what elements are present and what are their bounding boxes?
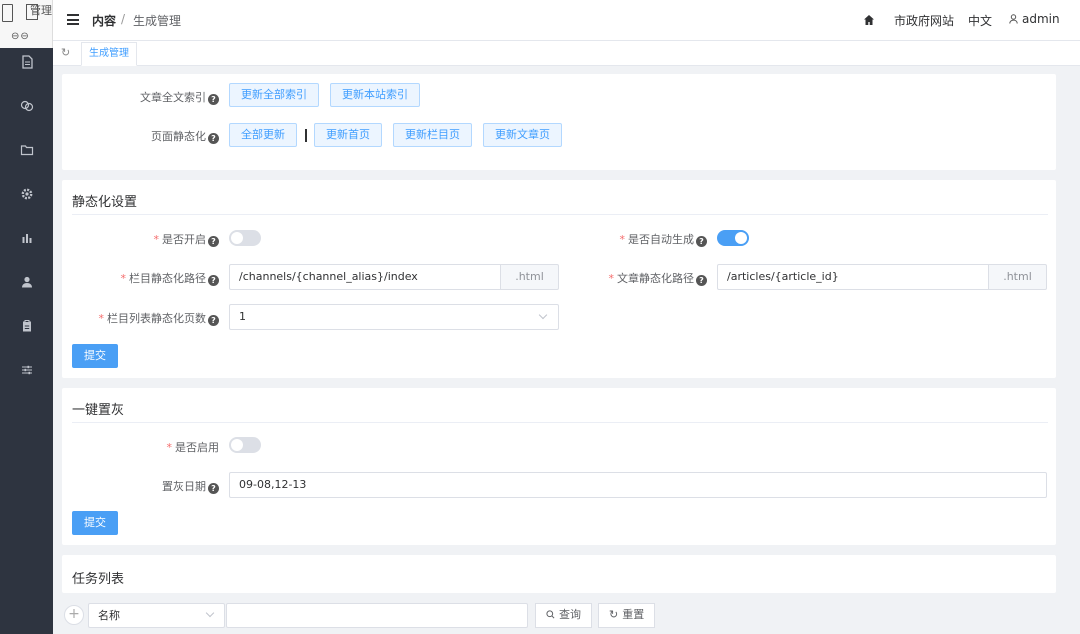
gray-dates-label: 置灰日期? (62, 478, 219, 494)
folder-icon[interactable] (17, 140, 37, 160)
filter-value-input[interactable] (226, 603, 528, 628)
gray-enable-label: * 是否启用 (166, 441, 220, 454)
search-label: 查询 (559, 608, 581, 621)
task-list-card: 任务列表 (62, 555, 1056, 593)
button-separator (305, 129, 307, 142)
divider (72, 422, 1048, 423)
list-pages-select[interactable]: 1 (229, 304, 559, 330)
help-icon[interactable]: ? (208, 94, 219, 105)
list-pages-value: 1 (239, 310, 246, 323)
gray-dates-input[interactable]: 09-08,12-13 (229, 472, 1047, 498)
list-pages-label: * 栏目列表静态化页数? (62, 310, 219, 326)
bar-chart-icon[interactable] (17, 228, 37, 248)
index-card: 文章全文索引? 更新全部索引 更新本站索引 页面静态化? 全部更新 更新首页 更… (62, 74, 1056, 170)
article-path-suffix: .html (989, 264, 1047, 290)
sliders-icon[interactable] (17, 360, 37, 380)
logo-document-icon (2, 4, 13, 22)
task-list-title: 任务列表 (72, 572, 125, 587)
gray-mode-title: 一键置灰 (72, 403, 125, 418)
help-icon[interactable]: ? (208, 133, 219, 144)
help-icon[interactable]: ? (208, 275, 219, 286)
reset-button[interactable]: ↻ 重置 (598, 603, 656, 628)
divider (72, 214, 1048, 215)
update-all-button[interactable]: 全部更新 (229, 123, 297, 147)
article-path-input[interactable]: /articles/{article_id} (717, 264, 989, 290)
sidebar: 管理 ⊖⊖ (0, 0, 53, 634)
auto-generate-label: * 是否自动生成? (522, 231, 707, 247)
update-home-button[interactable]: 更新首页 (314, 123, 382, 147)
user-name: admin (1022, 12, 1060, 26)
update-site-index-button[interactable]: 更新本站索引 (330, 83, 420, 107)
language-switch[interactable]: 中文 (968, 12, 992, 29)
auto-generate-switch[interactable] (717, 230, 749, 246)
enable-static-label: * 是否开启? (62, 231, 219, 247)
gray-submit-button[interactable]: 提交 (72, 511, 118, 535)
update-article-button[interactable]: 更新文章页 (483, 123, 562, 147)
tab-generate[interactable]: 生成管理 (81, 42, 137, 66)
search-icon (546, 610, 555, 619)
help-icon[interactable]: ? (208, 483, 219, 494)
update-all-index-button[interactable]: 更新全部索引 (229, 83, 319, 107)
logo-link-icon: ⊖⊖ (11, 31, 30, 42)
top-header: 内容 / 生成管理 市政府网站 中文 admin (53, 0, 1080, 40)
page-static-label: 页面静态化? (62, 128, 219, 144)
gray-mode-card: 一键置灰 * 是否启用 置灰日期? 09-08,12-13 提交 (62, 388, 1056, 545)
menu-toggle-icon[interactable] (67, 14, 79, 25)
logo-text: 管理 (30, 4, 52, 17)
user-menu[interactable]: admin (1009, 12, 1060, 26)
fulltext-index-label: 文章全文索引? (62, 89, 219, 105)
refresh-icon[interactable]: ↻ (61, 47, 72, 58)
document-icon[interactable] (17, 52, 37, 72)
link-icon[interactable] (17, 96, 37, 116)
home-icon[interactable] (863, 14, 875, 26)
site-link[interactable]: 市政府网站 (894, 12, 954, 29)
breadcrumb-separator: / (121, 12, 126, 26)
gear-icon[interactable] (17, 184, 37, 204)
update-channel-button[interactable]: 更新栏目页 (393, 123, 472, 147)
article-path-label: * 文章静态化路径? (522, 270, 707, 286)
static-submit-button[interactable]: 提交 (72, 344, 118, 368)
breadcrumb-root[interactable]: 内容 (92, 12, 116, 29)
help-icon[interactable]: ? (696, 236, 707, 247)
gray-enable-switch[interactable] (229, 437, 261, 453)
logo[interactable]: 管理 ⊖⊖ (0, 0, 53, 48)
channel-path-input[interactable]: /channels/{channel_alias}/index (229, 264, 501, 290)
help-icon[interactable]: ? (696, 275, 707, 286)
breadcrumb-current: 生成管理 (133, 14, 182, 28)
user-icon[interactable] (17, 272, 37, 292)
tab-bar: ↻ 生成管理 (53, 40, 1080, 66)
help-icon[interactable]: ? (208, 315, 219, 326)
static-settings-title: 静态化设置 (72, 195, 138, 210)
reset-icon: ↻ (609, 608, 619, 621)
add-filter-button[interactable]: + (64, 605, 84, 625)
search-button[interactable]: 查询 (535, 603, 592, 628)
clipboard-icon[interactable] (17, 316, 37, 336)
static-settings-card: 静态化设置 * 是否开启? * 是否自动生成? * 栏目静态化路径? /channel… (62, 180, 1056, 378)
filter-field-value: 名称 (98, 609, 120, 622)
filter-field-select[interactable]: 名称 (88, 603, 225, 628)
channel-path-label: * 栏目静态化路径? (62, 270, 219, 286)
task-filter-bar: + 名称 查询 ↻ 重置 (62, 600, 1056, 630)
reset-label: 重置 (622, 608, 645, 621)
enable-static-switch[interactable] (229, 230, 261, 246)
user-icon (1009, 14, 1018, 24)
help-icon[interactable]: ? (208, 236, 219, 247)
